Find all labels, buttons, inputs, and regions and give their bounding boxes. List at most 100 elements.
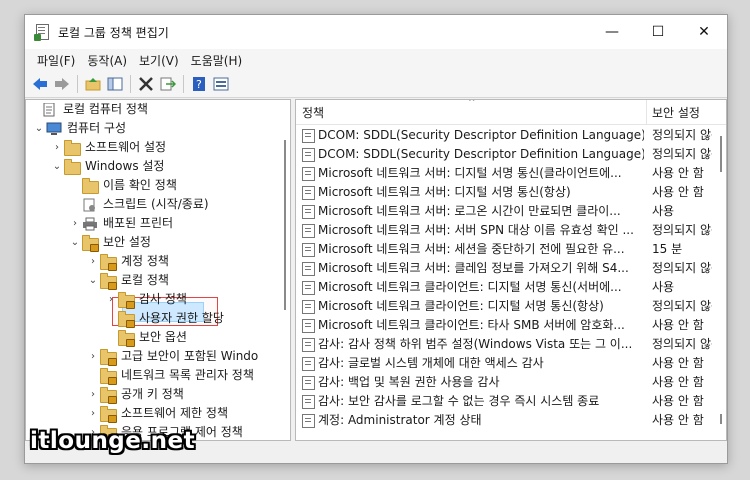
minimize-button[interactable]: — xyxy=(589,15,635,49)
computer-icon xyxy=(46,122,62,136)
policy-setting-icon xyxy=(302,167,315,181)
column-header-setting[interactable]: 보안 설정 xyxy=(652,104,700,121)
policy-name: Microsoft 네트워크 서버: 로그온 시간이 만료되면 클라이... xyxy=(318,204,621,218)
policy-doc-icon xyxy=(42,102,58,117)
policy-list-pane[interactable]: 정책 ^ 보안 설정 DCOM: SDDL(Security Descripto… xyxy=(295,99,727,441)
policy-row[interactable]: Microsoft 네트워크 서버: 디지털 서명 통신(항상) 사용 안 함 xyxy=(296,183,726,202)
folder-lock-icon xyxy=(100,386,117,404)
tree-item-windows-settings[interactable]: ⌄ Windows 설정 xyxy=(50,157,164,176)
policy-row[interactable]: Microsoft 네트워크 클라이언트: 디지털 서명 통신(서버에... 사용 xyxy=(296,278,726,297)
tree-item-advanced-firewall[interactable]: › 고급 보안이 포함된 Windo xyxy=(86,347,258,366)
tree-scrollbar[interactable] xyxy=(280,100,290,440)
policy-name: 감사: 글로벌 시스템 개체에 대한 액세스 감사 xyxy=(318,356,544,370)
tree-item-user-rights-assignment[interactable]: 사용자 권한 할당 xyxy=(104,309,224,328)
menu-file[interactable]: 파일(F) xyxy=(31,52,81,69)
policy-setting-icon xyxy=(302,186,315,200)
policy-setting-icon xyxy=(302,338,315,352)
column-header-policy[interactable]: 정책 xyxy=(302,104,324,121)
policy-row[interactable]: 계정: Administrator 계정 상태 사용 안 함 xyxy=(296,411,726,430)
folder-lock-icon xyxy=(118,291,135,309)
folder-lock-icon xyxy=(82,234,99,252)
properties-icon[interactable] xyxy=(210,73,232,95)
folder-lock-icon xyxy=(118,329,135,347)
policy-setting-value: 사용 xyxy=(652,204,675,218)
policy-setting-value: 정의되지 않음 xyxy=(652,128,712,142)
svg-text:?: ? xyxy=(196,78,202,91)
toolbar: ? xyxy=(25,71,727,98)
policy-setting-value: 정의되지 않음 xyxy=(652,337,712,351)
policy-setting-icon xyxy=(302,319,315,333)
policy-row[interactable]: Microsoft 네트워크 클라이언트: 디지털 서명 통신(항상) 정의되지 … xyxy=(296,297,726,316)
policy-name: Microsoft 네트워크 서버: 클레임 정보를 가져오기 위해 S4... xyxy=(318,261,629,275)
policy-name: Microsoft 네트워크 서버: 디지털 서명 통신(클라이언트에... xyxy=(318,166,622,180)
tree-item-software-restriction[interactable]: › 소프트웨어 제한 정책 xyxy=(86,404,228,423)
policy-row[interactable]: 감사: 글로벌 시스템 개체에 대한 액세스 감사 사용 안 함 xyxy=(296,354,726,373)
menu-action[interactable]: 동작(A) xyxy=(81,52,133,69)
tree-item-audit-policy[interactable]: › 감사 정책 xyxy=(104,290,187,309)
policy-row[interactable]: Microsoft 네트워크 서버: 서버 SPN 대상 이름 유효성 확인 .… xyxy=(296,221,726,240)
tree-item-scripts[interactable]: 스크립트 (시작/종료) xyxy=(68,195,209,214)
maximize-button[interactable]: ☐ xyxy=(635,15,681,49)
tree-item-local-policies[interactable]: ⌄ 로컬 정책 xyxy=(86,271,169,290)
policy-setting-icon xyxy=(302,262,315,276)
folder-lock-icon xyxy=(100,272,117,290)
tree-item-security-settings[interactable]: ⌄ 보안 설정 xyxy=(68,233,151,252)
policy-row[interactable]: DCOM: SDDL(Security Descriptor Definitio… xyxy=(296,126,726,145)
tree-item-deployed-printers[interactable]: › 배포된 프린터 xyxy=(68,214,173,233)
policy-setting-value: 사용 안 함 xyxy=(652,166,704,180)
policy-setting-value: 사용 안 함 xyxy=(652,413,704,427)
policy-setting-icon xyxy=(302,281,315,295)
delete-icon[interactable] xyxy=(135,73,157,95)
folder-icon xyxy=(64,139,81,156)
policy-name: Microsoft 네트워크 클라이언트: 디지털 서명 통신(항상) xyxy=(318,299,604,313)
policy-setting-icon xyxy=(302,395,315,409)
policy-row[interactable]: Microsoft 네트워크 서버: 클레임 정보를 가져오기 위해 S4...… xyxy=(296,259,726,278)
tree-item-name-resolution-policy[interactable]: 이름 확인 정책 xyxy=(68,176,177,195)
policy-name: 감사: 감사 정책 하위 범주 설정(Windows Vista 또는 그 이.… xyxy=(318,337,633,351)
menu-help[interactable]: 도움말(H) xyxy=(185,52,249,69)
help-icon[interactable]: ? xyxy=(188,73,210,95)
content-area: 로컬 컴퓨터 정책 ⌄ 컴퓨터 구성 › 소프트웨어 설정 ⌄ Windows … xyxy=(25,99,727,463)
folder-icon xyxy=(82,177,99,194)
policy-row[interactable]: 감사: 감사 정책 하위 범주 설정(Windows Vista 또는 그 이.… xyxy=(296,335,726,354)
policy-row[interactable]: DCOM: SDDL(Security Descriptor Definitio… xyxy=(296,145,726,164)
policy-row[interactable]: 감사: 백업 및 복원 권한 사용을 감사 사용 안 함 xyxy=(296,373,726,392)
tree-pane[interactable]: 로컬 컴퓨터 정책 ⌄ 컴퓨터 구성 › 소프트웨어 설정 ⌄ Windows … xyxy=(25,99,291,441)
list-scrollbar[interactable] xyxy=(716,124,726,440)
tree-item-computer-config[interactable]: ⌄ 컴퓨터 구성 xyxy=(32,119,126,138)
policy-name: DCOM: SDDL(Security Descriptor Definitio… xyxy=(318,147,644,161)
forward-arrow-icon[interactable] xyxy=(51,73,73,95)
policy-name: Microsoft 네트워크 서버: 서버 SPN 대상 이름 유효성 확인 .… xyxy=(318,223,634,237)
tree-item-security-options[interactable]: 보안 옵션 xyxy=(104,328,187,347)
printer-icon xyxy=(82,217,98,231)
folder-lock-icon xyxy=(100,367,117,385)
policy-setting-value: 사용 안 함 xyxy=(652,375,704,389)
show-tree-icon[interactable] xyxy=(104,73,126,95)
title-bar: 로컬 그룹 정책 편집기 — ☐ ✕ xyxy=(25,15,727,49)
folder-lock-icon xyxy=(100,405,117,423)
back-arrow-icon[interactable] xyxy=(29,73,51,95)
policy-row[interactable]: Microsoft 네트워크 서버: 로그온 시간이 만료되면 클라이... 사용 xyxy=(296,202,726,221)
up-folder-icon[interactable] xyxy=(82,73,104,95)
policy-setting-icon xyxy=(302,414,315,428)
tree-item-account-policies[interactable]: › 계정 정책 xyxy=(86,252,169,271)
policy-row[interactable]: Microsoft 네트워크 서버: 세션을 중단하기 전에 필요한 유... 1… xyxy=(296,240,726,259)
policy-setting-icon xyxy=(302,243,315,257)
policy-setting-value: 사용 안 함 xyxy=(652,185,704,199)
policy-row[interactable]: 감사: 보안 감사를 로그할 수 없는 경우 즉시 시스템 종료 사용 안 함 xyxy=(296,392,726,411)
script-icon xyxy=(82,198,98,212)
policy-setting-value: 정의되지 않음 xyxy=(652,223,712,237)
menu-view[interactable]: 보기(V) xyxy=(133,52,185,69)
export-icon[interactable] xyxy=(157,73,179,95)
policy-setting-value: 사용 xyxy=(652,280,675,294)
policy-row[interactable]: Microsoft 네트워크 서버: 디지털 서명 통신(클라이언트에... 사용… xyxy=(296,164,726,183)
tree-item-public-key-policies[interactable]: › 공개 키 정책 xyxy=(86,385,184,404)
list-horizontal-scrollbar[interactable] xyxy=(296,432,726,440)
tree-item-network-list-manager[interactable]: 네트워크 목록 관리자 정책 xyxy=(86,366,254,385)
tree-item-local-computer-policy[interactable]: 로컬 컴퓨터 정책 xyxy=(28,100,148,119)
policy-name: Microsoft 네트워크 클라이언트: 디지털 서명 통신(서버에... xyxy=(318,280,622,294)
close-button[interactable]: ✕ xyxy=(681,15,727,49)
policy-row[interactable]: Microsoft 네트워크 클라이언트: 타사 SMB 서버에 암호화... 사… xyxy=(296,316,726,335)
tree-item-software-settings[interactable]: › 소프트웨어 설정 xyxy=(50,138,166,157)
policy-setting-icon xyxy=(302,148,315,162)
